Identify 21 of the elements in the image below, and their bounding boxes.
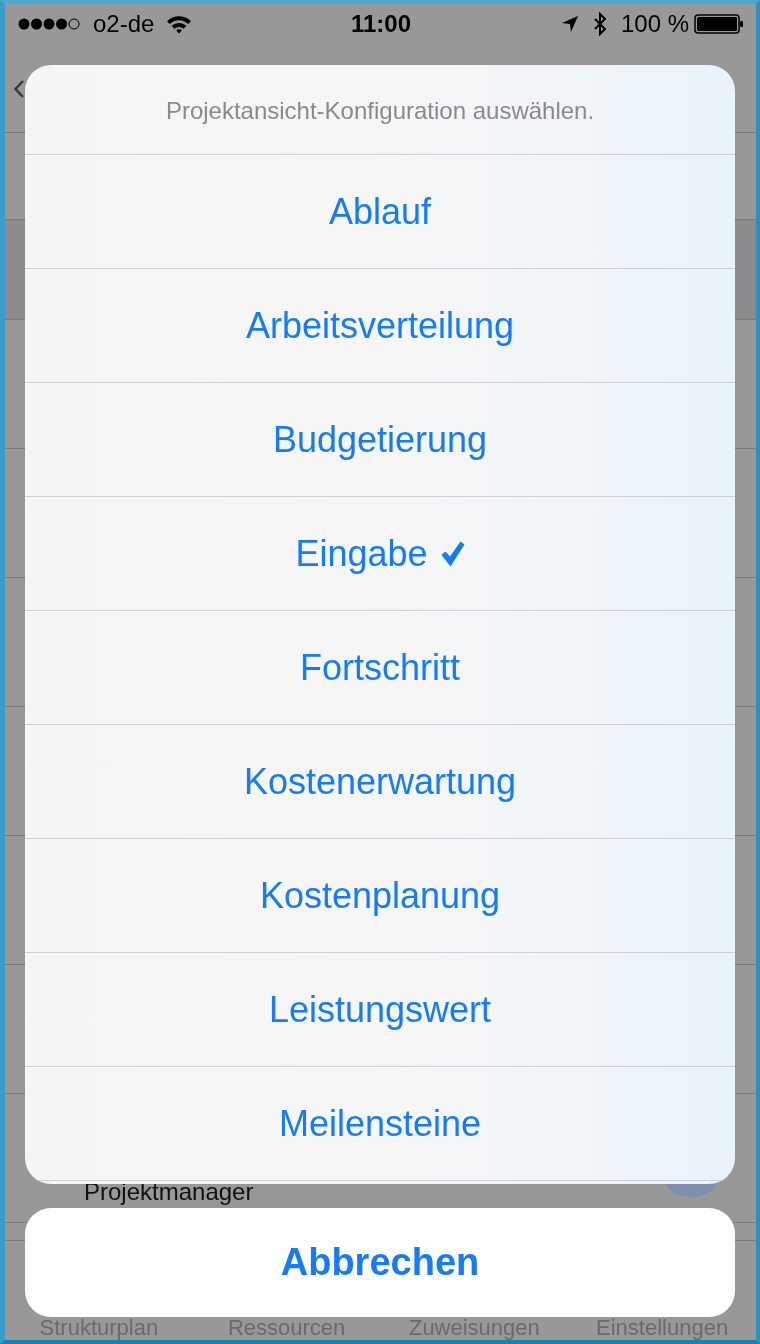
option-button[interactable]: Arbeitsverteilung: [25, 268, 735, 382]
option-button[interactable]: Kostenplanung: [25, 838, 735, 952]
row-label: Projektmanager: [84, 1180, 254, 1204]
status-time: 11:00: [350, 10, 412, 38]
option-button[interactable]: Eingabe: [25, 496, 735, 610]
carrier-name: o2-de: [93, 10, 155, 38]
option-button[interactable]: Meilensteine: [25, 1066, 735, 1180]
wifi-icon: [166, 14, 193, 34]
battery-percent: 100 %: [620, 10, 689, 38]
cancel-button[interactable]: Abbrechen: [25, 1208, 735, 1317]
option-button[interactable]: Leistungswert: [25, 952, 735, 1066]
location-arrow-icon: [560, 15, 579, 33]
battery-icon: [694, 14, 744, 34]
option-button[interactable]: Kostenerwartung: [25, 724, 735, 838]
option-button[interactable]: Fortschritt: [25, 610, 735, 724]
signal-strength-icon: [18, 18, 80, 30]
option-button[interactable]: Budgetierung: [25, 382, 735, 496]
sheet-title: Projektansicht-Konfiguration auswählen.: [165, 95, 595, 126]
option-button[interactable]: Ablauf: [25, 154, 735, 268]
bluetooth-icon: [592, 12, 607, 36]
chevron-left-icon[interactable]: [14, 80, 24, 98]
